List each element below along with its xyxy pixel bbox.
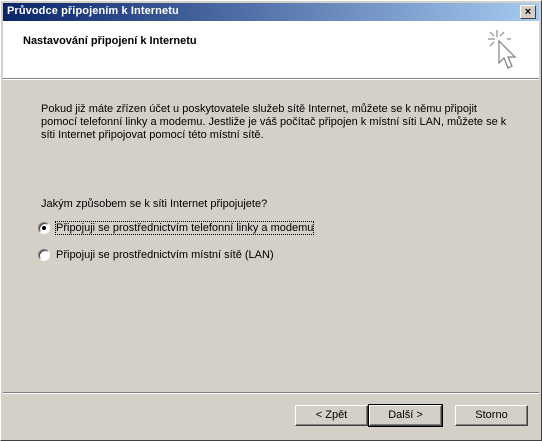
description-text: Pokud již máte zřízen účet u poskytovate… [41, 103, 507, 141]
page-title: Nastavování připojení k Internetu [23, 35, 197, 47]
option-modem[interactable]: Připojuji se prostřednictvím telefonní l… [38, 221, 315, 235]
footer-divider [3, 392, 539, 394]
radio-modem[interactable] [38, 222, 50, 234]
option-lan[interactable]: Připojuji se prostřednictvím místní sítě… [38, 249, 274, 261]
header-divider [3, 78, 539, 80]
cancel-button[interactable]: Storno [455, 405, 528, 426]
wizard-window: Průvodce připojením k Internetu × Nastav… [0, 0, 542, 441]
question-label: Jakým způsobem se k síti Internet připoj… [41, 198, 268, 210]
radio-lan[interactable] [38, 249, 50, 261]
back-button[interactable]: < Zpět [295, 405, 368, 426]
title-bar[interactable]: Průvodce připojením k Internetu × [3, 3, 539, 21]
option-modem-label[interactable]: Připojuji se prostřednictvím telefonní l… [54, 221, 315, 235]
option-lan-label[interactable]: Připojuji se prostřednictvím místní sítě… [56, 249, 274, 261]
radio-selected-dot [42, 226, 46, 230]
wizard-cursor-icon [488, 30, 517, 69]
close-button[interactable]: × [520, 5, 536, 19]
next-button[interactable]: Další > [368, 404, 443, 427]
window-title: Průvodce připojením k Internetu [7, 5, 179, 17]
wizard-header: Nastavování připojení k Internetu [3, 21, 539, 78]
